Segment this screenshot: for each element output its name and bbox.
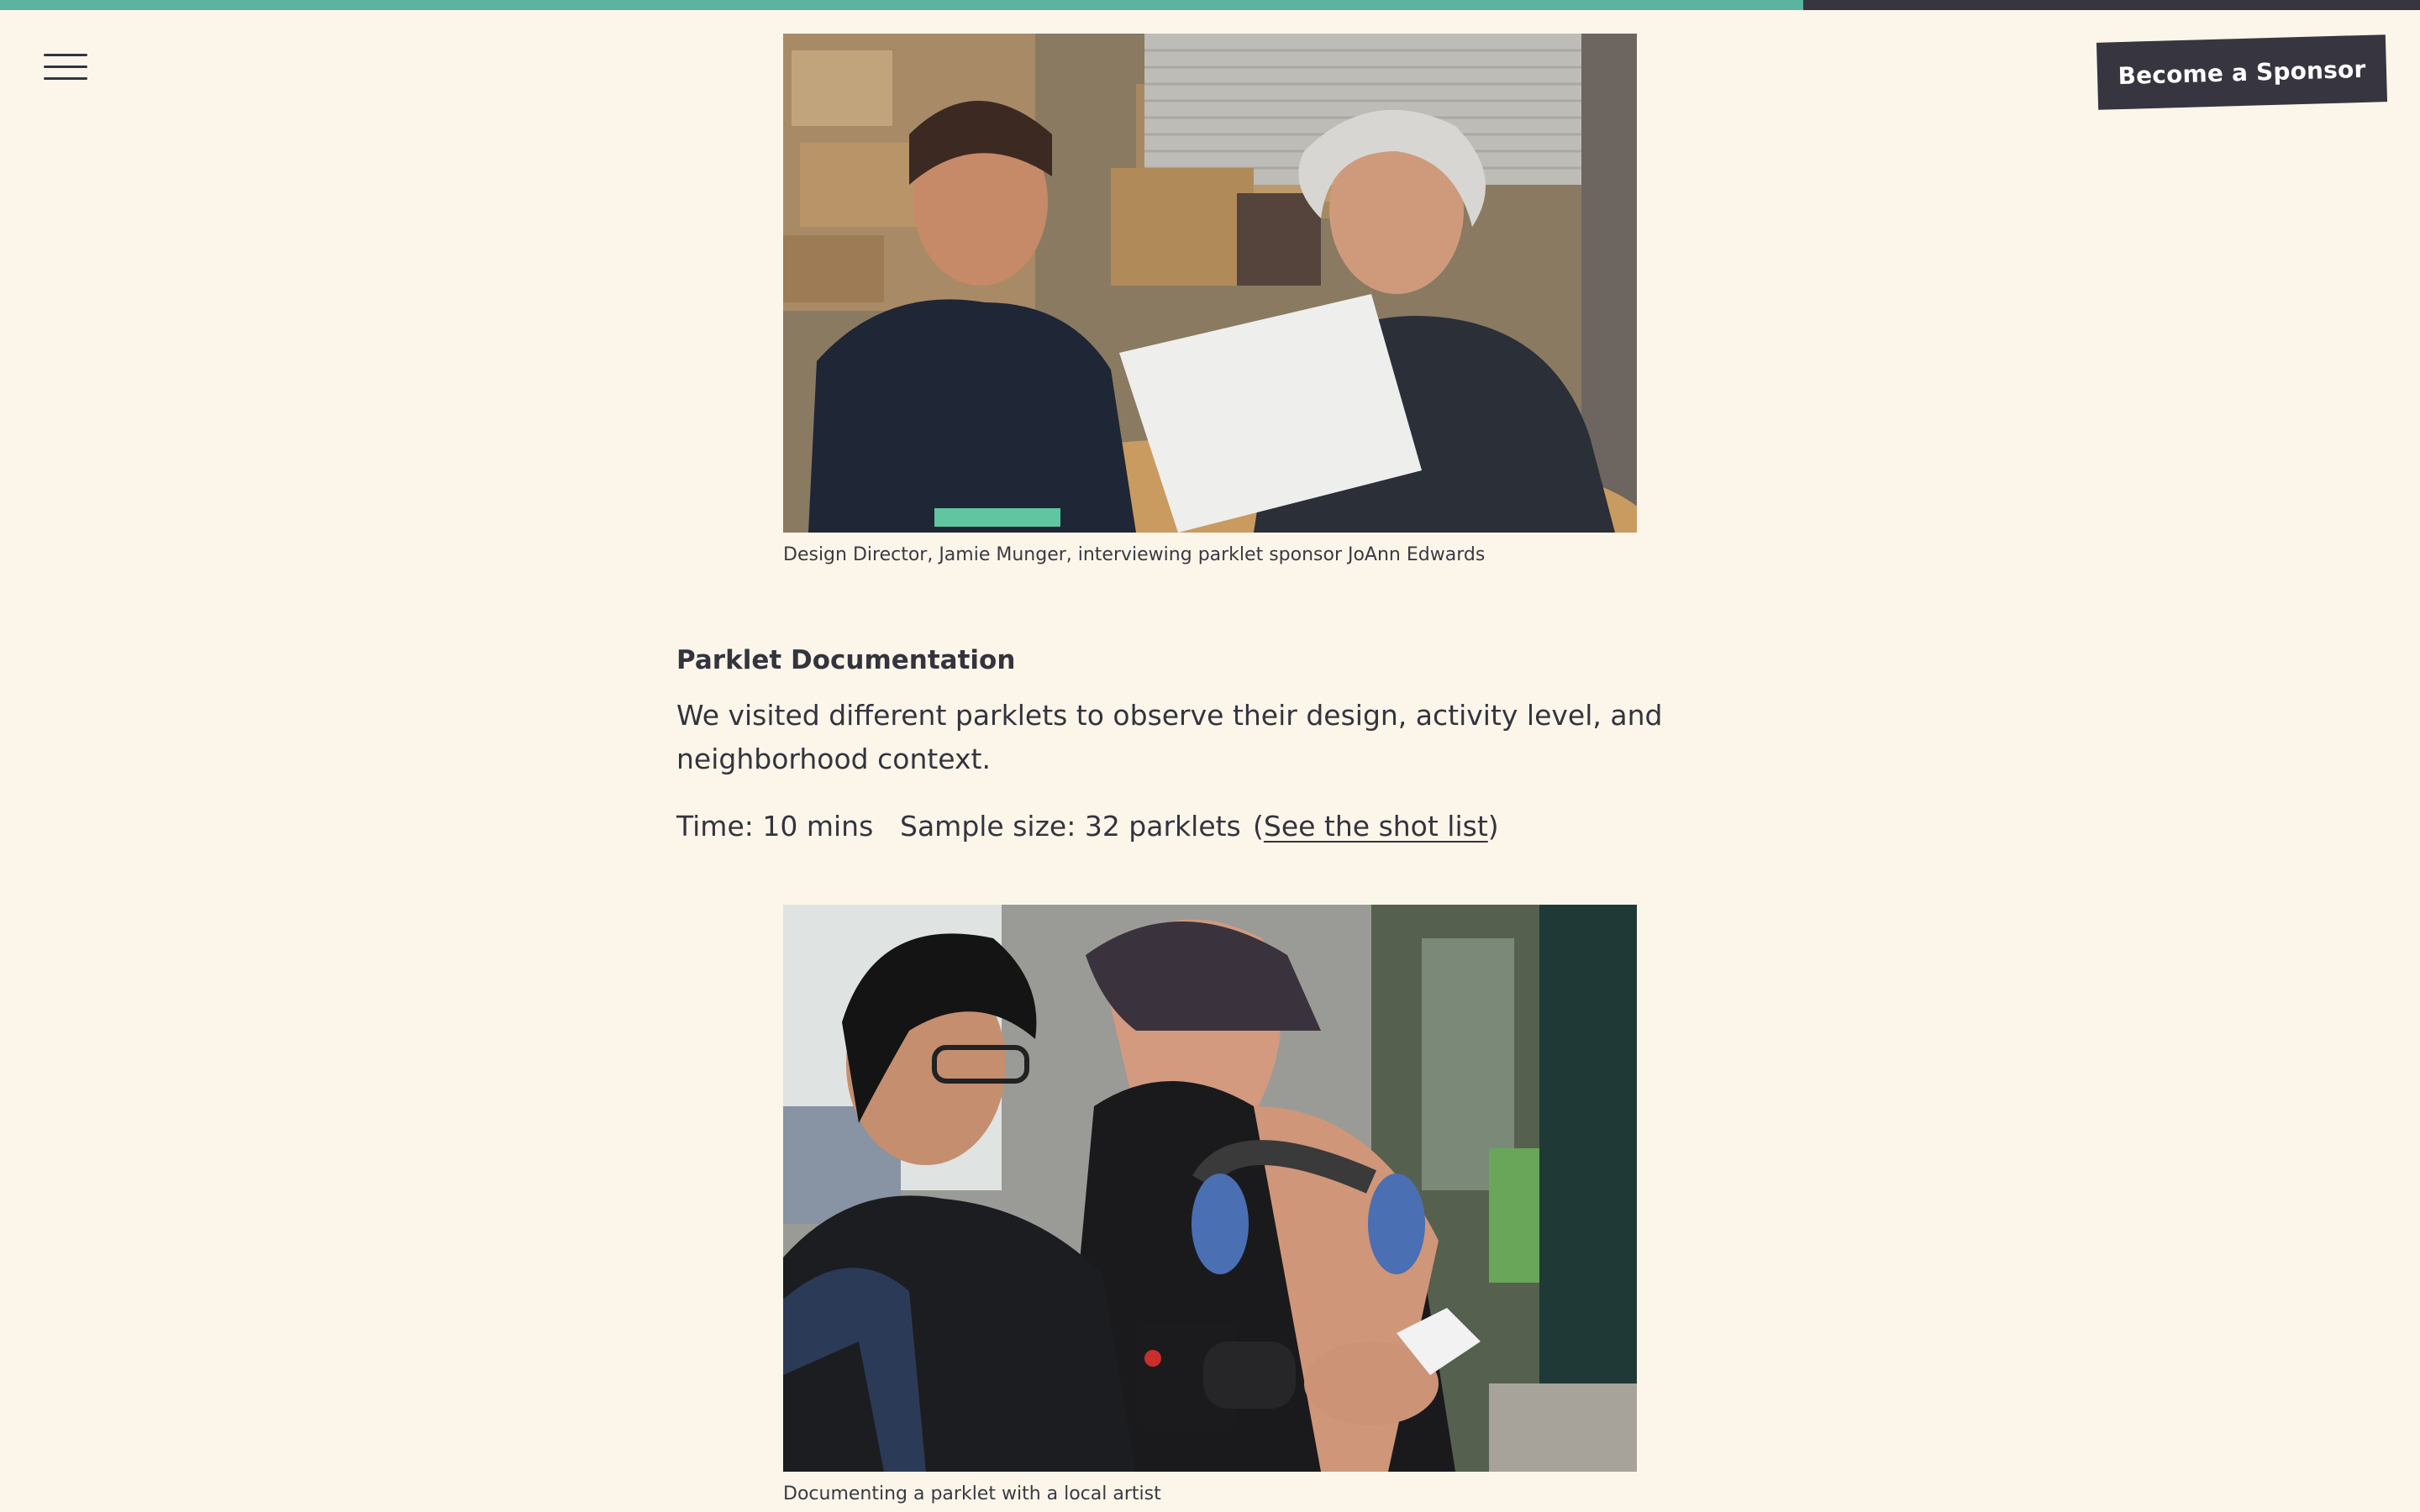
section-title: Parklet Documentation [676, 645, 1016, 675]
reading-progress-track [0, 0, 2420, 10]
shot-list-link[interactable]: See the shot list [1264, 810, 1488, 843]
menu-line [44, 66, 87, 68]
sample-size: Sample size: 32 parklets [900, 810, 1241, 843]
interview-photo [783, 34, 1637, 533]
section-description: We visited different parklets to observe… [676, 699, 1663, 775]
time-estimate: Time: 10 mins [676, 810, 874, 843]
shot-list-link-group: (See the shot list) [1253, 810, 1499, 843]
menu-line [44, 77, 87, 80]
hamburger-menu-icon[interactable] [44, 52, 87, 82]
figure-caption: Documenting a parklet with a local artis… [783, 1483, 1161, 1504]
paren-close: ) [1487, 810, 1499, 843]
become-sponsor-button[interactable]: Become a Sponsor [2096, 34, 2388, 110]
figure-caption: Design Director, Jamie Munger, interview… [783, 544, 1486, 565]
reading-progress-fill [0, 0, 1803, 10]
parklet-documentation-photo [783, 905, 1637, 1472]
menu-line [44, 54, 87, 56]
paren-open: ( [1253, 810, 1264, 843]
